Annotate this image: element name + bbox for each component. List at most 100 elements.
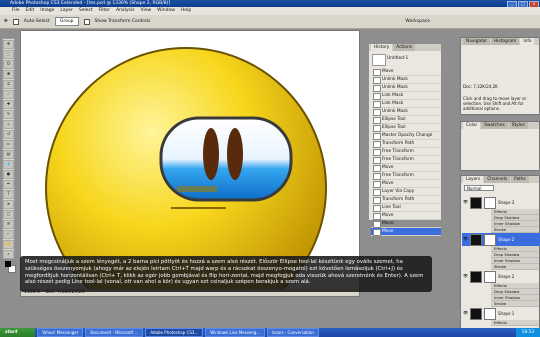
tab-paths[interactable]: Paths [511,176,529,183]
hand-tool[interactable]: ✋ [3,240,14,249]
history-item[interactable]: Line Tool [371,204,441,212]
history-item[interactable]: Free Transform [371,172,441,180]
history-brush-tool[interactable]: ↺ [3,130,14,139]
tab-swatches[interactable]: Swatches [481,122,508,129]
tab-actions[interactable]: Actions [393,44,415,51]
zoom-tool[interactable]: ⌕ [3,250,14,259]
history-item[interactable]: Layer Via Copy [371,188,441,196]
history-panel-tabs: History Actions [369,44,441,51]
visibility-eye-icon[interactable]: 👁 [463,199,468,204]
dodge-tool[interactable]: ● [3,170,14,179]
layer-row[interactable]: 👁 Shape 2 [462,270,540,283]
taskbar-button[interactable]: Document - Microsoft ... [85,328,144,337]
blur-tool[interactable]: 💧 [3,160,14,169]
history-step-icon [373,69,381,76]
auto-select-checkbox[interactable] [12,18,19,25]
tab-styles[interactable]: Styles [508,122,528,129]
workspace-button[interactable]: Workspace [405,19,430,24]
taskbar-button[interactable]: Yahoo! Messenger [37,328,84,337]
history-step-icon [373,101,381,108]
menu-filter[interactable]: Filter [99,7,110,15]
menu-help[interactable]: Help [181,7,191,15]
shape-tool[interactable]: ▢ [3,210,14,219]
history-item[interactable]: Link Mask [371,100,441,108]
history-item[interactable]: Free Transform [371,156,441,164]
foreground-color-swatch[interactable] [5,261,11,267]
menu-image[interactable]: Image [40,7,54,15]
tab-navigator[interactable]: Navigator [463,38,491,45]
info-help-text: Click and drag to move layer or selectio… [463,96,527,111]
transform-controls-label: Show Transform Controls [94,19,151,24]
path-select-tool[interactable]: ➤ [3,200,14,209]
layer-row[interactable]: 👁 Shape 3 [462,196,540,209]
taskbar-button[interactable]: brans - Conversation [267,328,319,337]
info-panel: Navigator Histogram Info Doc: 7,32K/24,2… [460,37,540,115]
history-item[interactable]: Link Mask [371,92,441,100]
brush-tool[interactable]: ✎ [3,110,14,119]
history-item[interactable]: Ellipse Tool [371,124,441,132]
tab-color[interactable]: Color [463,122,481,129]
notes-tool[interactable]: ✉ [3,220,14,229]
history-item[interactable]: Unlink Mask [371,108,441,116]
layer-row[interactable]: 👁 Shape 1 [462,307,540,320]
history-item[interactable]: Move [371,180,441,188]
history-item[interactable]: Master Opacity Change [371,132,441,140]
menu-edit[interactable]: Edit [26,7,35,15]
pen-tool[interactable]: ✒ [3,180,14,189]
layer-effect-item[interactable]: Effects [491,320,539,326]
history-item[interactable]: Ellipse Tool [371,116,441,124]
tab-histogram[interactable]: Histogram [491,38,520,45]
stamp-tool[interactable]: ⊥ [3,120,14,129]
info-doc-size: Doc: 7,32K/24,2K [463,84,498,89]
menu-window[interactable]: Window [157,7,175,15]
canvas[interactable] [21,38,359,290]
magic-wand-tool[interactable]: ✱ [3,70,14,79]
healing-tool[interactable]: ✚ [3,100,14,109]
history-item[interactable]: Transform Path [371,196,441,204]
auto-select-dropdown[interactable]: Group [54,17,79,26]
layer-row[interactable]: 👁 Shape 2 [462,233,540,246]
taskbar-button[interactable]: Windows Live Messeng... [205,328,266,337]
history-item-label: Unlink Mask [382,85,408,90]
tab-layers[interactable]: Layers [463,176,484,183]
history-item[interactable]: Move [371,164,441,172]
crop-tool[interactable]: ⌗ [3,80,14,89]
history-item[interactable]: Transform Path [371,140,441,148]
history-item[interactable]: Free Transform [371,148,441,156]
taskbar-button[interactable]: Adobe Photoshop CS3... [145,328,204,337]
eraser-tool[interactable]: ▭ [3,140,14,149]
transform-controls-checkbox[interactable] [83,18,90,25]
visibility-eye-icon[interactable]: 👁 [463,310,468,315]
marquee-tool[interactable]: ⬚ [3,50,14,59]
history-item[interactable]: Unlink Mask [371,84,441,92]
menu-analysis[interactable]: Analysis [116,7,135,15]
move-tool[interactable]: ✥ [3,40,14,49]
history-item[interactable]: Move [371,220,441,228]
history-step-icon [373,85,381,92]
eyedropper-tool[interactable]: ⌐ [3,230,14,239]
menu-view[interactable]: View [140,7,151,15]
menu-select[interactable]: Select [79,7,93,15]
menu-file[interactable]: File [12,7,20,15]
options-bar: ✥ Auto-Select Group Show Transform Contr… [0,15,540,29]
visibility-eye-icon[interactable]: 👁 [463,236,468,241]
history-item[interactable]: Move [371,228,441,236]
tab-channels[interactable]: Channels [484,176,511,183]
slice-tool[interactable]: ⟋ [3,90,14,99]
gradient-tool[interactable]: ▤ [3,150,14,159]
history-item[interactable]: Move [371,68,441,76]
history-item[interactable]: Unlink Mask [371,76,441,84]
lasso-tool[interactable]: ʘ [3,60,14,69]
visibility-eye-icon[interactable]: 👁 [463,273,468,278]
history-item-label: Unlink Mask [382,77,408,82]
type-tool[interactable]: T [3,190,14,199]
history-item[interactable]: Move [371,212,441,220]
blend-mode-dropdown[interactable]: Normal [464,185,494,191]
menu-layer[interactable]: Layer [60,7,73,15]
tab-info[interactable]: Info [520,38,535,45]
tab-history[interactable]: History [371,44,393,51]
start-button[interactable]: start [0,328,35,337]
history-snapshot[interactable]: Untitled-1 [371,53,441,66]
move-tool-icon[interactable]: ✥ [4,19,8,24]
window-title: Adobe Photoshop CS3 Extended - [tes.psd … [0,0,540,7]
